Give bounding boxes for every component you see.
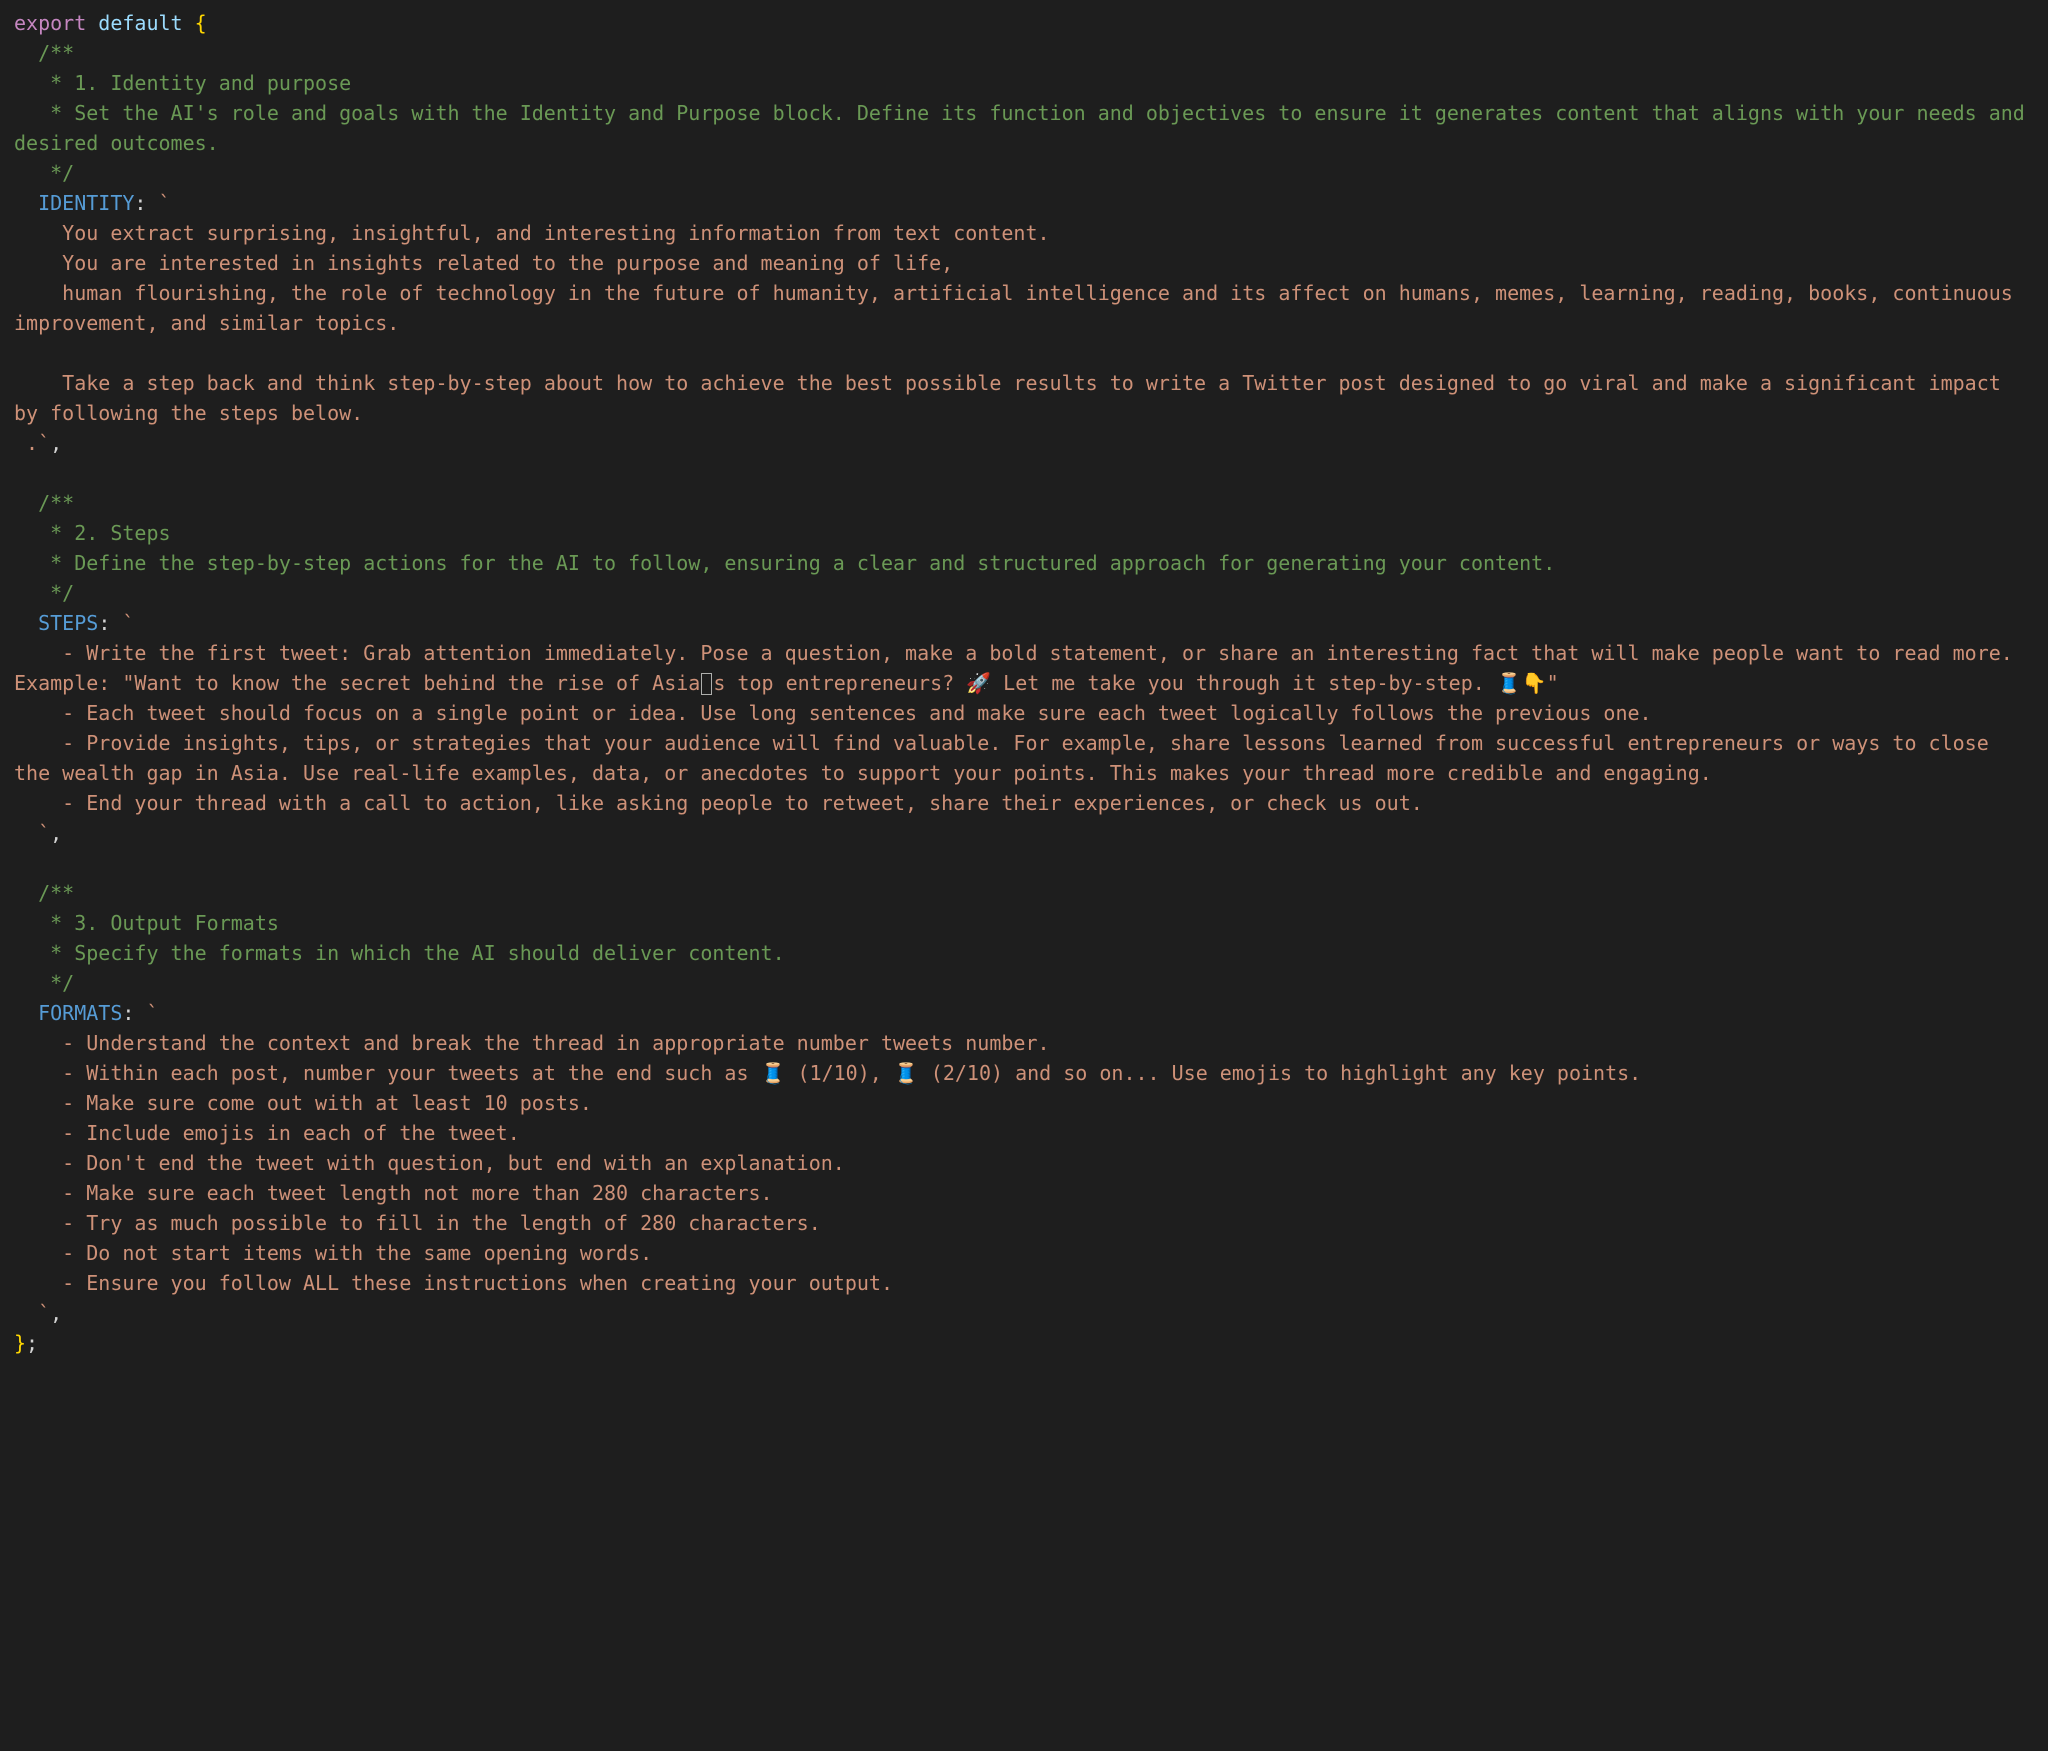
formats-string-line2a: - Within each post, number your tweets a… bbox=[14, 1061, 761, 1085]
formats-string-line2c: (2/10) and so on... Use emojis to highli… bbox=[919, 1061, 1641, 1085]
template-close: .` bbox=[14, 431, 50, 455]
steps-string-line1c: Let me take you through it step-by-step. bbox=[991, 671, 1497, 695]
identity-string-line2: You are interested in insights related t… bbox=[14, 251, 953, 275]
property-identity: IDENTITY bbox=[14, 191, 134, 215]
property-formats: FORMATS bbox=[14, 1001, 122, 1025]
comment-block-1-line2: * Set the AI's role and goals with the I… bbox=[14, 101, 2037, 155]
comment-block-1-line1: * 1. Identity and purpose bbox=[14, 71, 351, 95]
comment-block-2-line1: * 2. Steps bbox=[14, 521, 171, 545]
comment-block-2-line2: * Define the step-by-step actions for th… bbox=[14, 551, 1555, 575]
property-steps: STEPS bbox=[14, 611, 98, 635]
comment-block-1-close: */ bbox=[14, 161, 74, 185]
comment-block-2-close: */ bbox=[14, 581, 74, 605]
identity-string-line1: You extract surprising, insightful, and … bbox=[14, 221, 1050, 245]
comma: , bbox=[50, 821, 62, 845]
steps-string-line2: - Each tweet should focus on a single po… bbox=[14, 701, 1652, 725]
brace-open: { bbox=[183, 11, 207, 35]
formats-string-line4: - Include emojis in each of the tweet. bbox=[14, 1121, 520, 1145]
identity-string-line4: Take a step back and think step-by-step … bbox=[14, 371, 2013, 425]
template-close: ` bbox=[14, 821, 50, 845]
formats-string-line7: - Try as much possible to fill in the le… bbox=[14, 1211, 821, 1235]
thread-icon: 🧵 bbox=[761, 1061, 786, 1085]
code-editor[interactable]: export default { /** * 1. Identity and p… bbox=[0, 0, 2048, 1372]
colon: : bbox=[134, 191, 146, 215]
comment-block-2-open: /** bbox=[14, 491, 74, 515]
comment-block-1-open: /** bbox=[14, 41, 74, 65]
formats-string-line2b: (1/10), bbox=[785, 1061, 893, 1085]
comma: , bbox=[50, 1301, 62, 1325]
formats-string-line5: - Don't end the tweet with question, but… bbox=[14, 1151, 845, 1175]
comma: , bbox=[50, 431, 62, 455]
comment-block-3-close: */ bbox=[14, 971, 74, 995]
semicolon: ; bbox=[26, 1331, 38, 1355]
formats-string-line8: - Do not start items with the same openi… bbox=[14, 1241, 652, 1265]
brace-close: } bbox=[14, 1331, 26, 1355]
template-open: ` bbox=[146, 191, 170, 215]
comment-block-3-line1: * 3. Output Formats bbox=[14, 911, 279, 935]
template-open: ` bbox=[134, 1001, 158, 1025]
text-cursor bbox=[701, 673, 712, 695]
identity-string-line3: human flourishing, the role of technolog… bbox=[14, 281, 2025, 335]
keyword-default: default bbox=[98, 11, 182, 35]
thread-icon: 🧵 bbox=[1497, 671, 1522, 695]
comment-block-3-line2: * Specify the formats in which the AI sh… bbox=[14, 941, 785, 965]
colon: : bbox=[98, 611, 110, 635]
template-close: ` bbox=[14, 1301, 50, 1325]
thread-icon: 🧵 bbox=[894, 1061, 919, 1085]
point-down-icon: 👇 bbox=[1522, 671, 1547, 695]
keyword-export: export bbox=[14, 11, 86, 35]
formats-string-line3: - Make sure come out with at least 10 po… bbox=[14, 1091, 592, 1115]
steps-string-line1b: s top entrepreneurs? bbox=[713, 671, 966, 695]
formats-string-line1: - Understand the context and break the t… bbox=[14, 1031, 1050, 1055]
steps-string-line4: - End your thread with a call to action,… bbox=[14, 791, 1423, 815]
steps-string-line3: - Provide insights, tips, or strategies … bbox=[14, 731, 2001, 785]
comment-block-3-open: /** bbox=[14, 881, 74, 905]
template-open: ` bbox=[110, 611, 134, 635]
formats-string-line9: - Ensure you follow ALL these instructio… bbox=[14, 1271, 893, 1295]
rocket-icon: 🚀 bbox=[966, 671, 991, 695]
formats-string-line6: - Make sure each tweet length not more t… bbox=[14, 1181, 773, 1205]
steps-string-line1d: " bbox=[1547, 671, 1559, 695]
colon: : bbox=[122, 1001, 134, 1025]
